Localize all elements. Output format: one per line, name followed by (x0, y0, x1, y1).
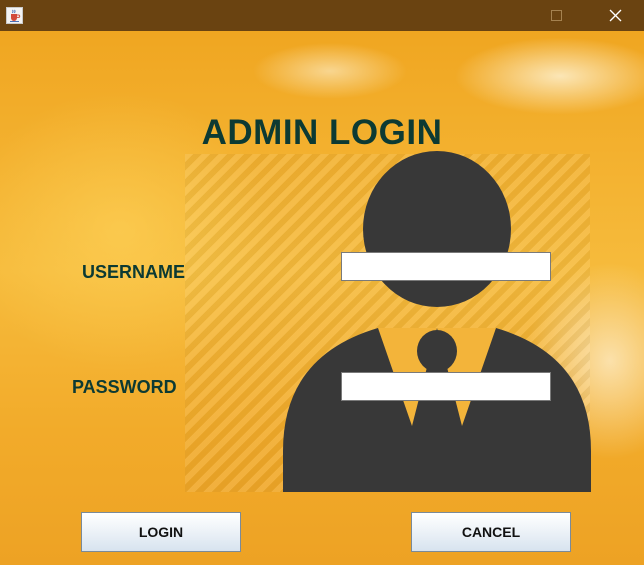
maximize-button[interactable] (534, 0, 580, 31)
close-button[interactable] (590, 0, 636, 31)
password-field[interactable] (341, 372, 551, 401)
minimize-button[interactable] (468, 0, 514, 31)
close-icon (609, 9, 622, 22)
java-cup-icon[interactable] (6, 7, 23, 24)
username-field[interactable] (341, 252, 551, 281)
cancel-button[interactable]: CANCEL (411, 512, 571, 552)
password-label: PASSWORD (72, 377, 177, 397)
maximize-icon (551, 10, 562, 21)
login-button[interactable]: LOGIN (81, 512, 241, 552)
username-label: USERNAME (82, 262, 186, 282)
window-title-bar[interactable] (0, 0, 644, 31)
login-panel: ADMIN LOGIN USERNAME PASSWORD LOGIN CANC… (0, 31, 644, 565)
page-title: ADMIN LOGIN (201, 113, 443, 152)
minimize-icon (486, 15, 496, 17)
person-silhouette-icon (283, 151, 591, 492)
